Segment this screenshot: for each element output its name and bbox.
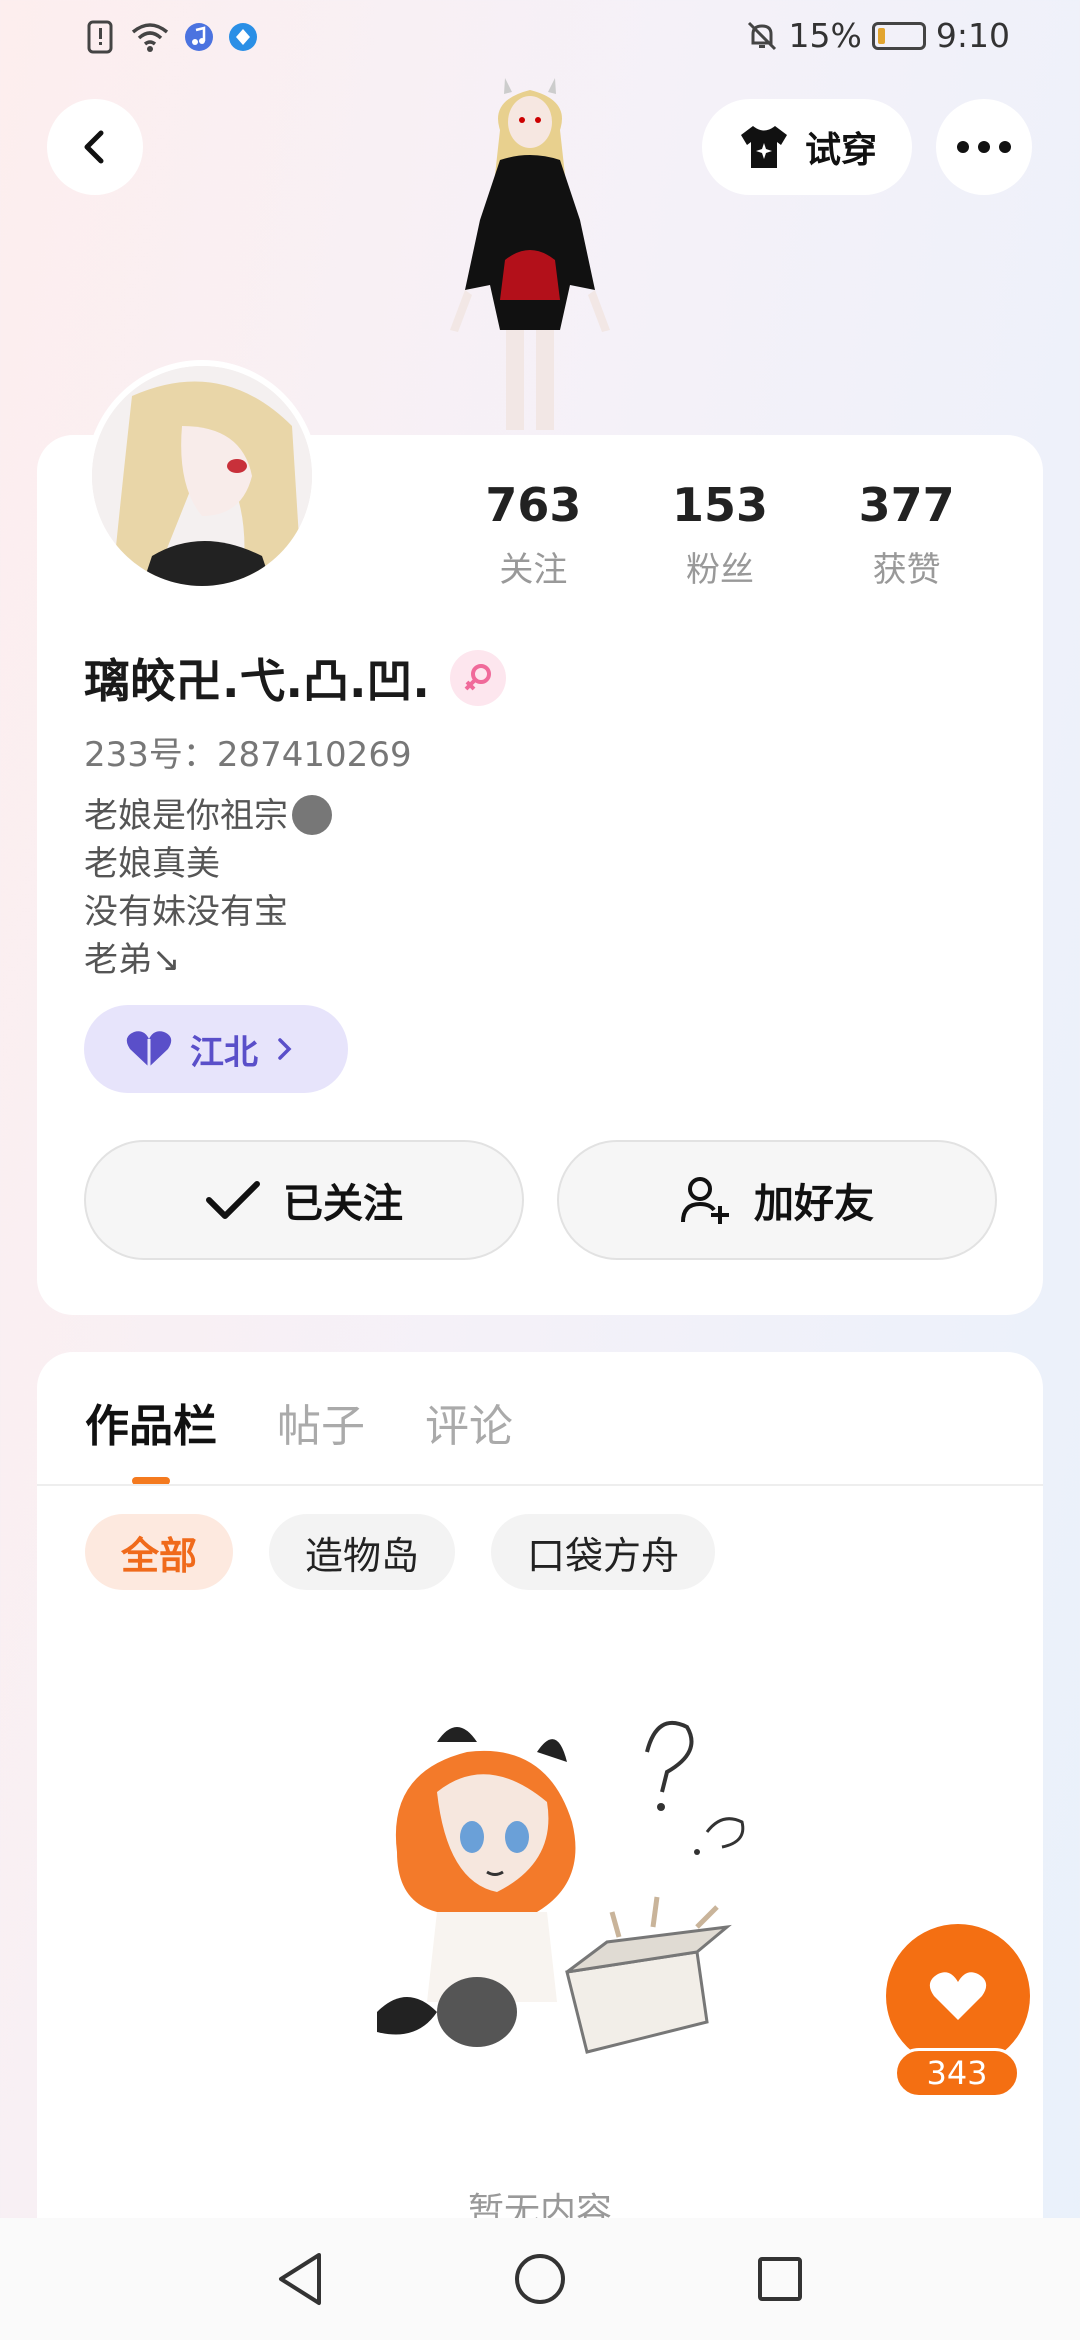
like-button[interactable] xyxy=(886,1924,1030,2068)
works-card: 作品栏 帖子 评论 全部 造物岛 口袋方舟 暂无内容 xyxy=(37,1352,1043,2340)
filter-pocket-ark[interactable]: 口袋方舟 xyxy=(491,1514,716,1590)
try-on-label: 试穿 xyxy=(804,130,877,171)
stat-value: 153 xyxy=(671,478,769,532)
back-arrow-icon xyxy=(84,130,104,164)
stat-value: 377 xyxy=(858,478,955,532)
wifi-icon xyxy=(131,23,169,52)
stat-label: 粉丝 xyxy=(686,550,754,590)
add-friend-button[interactable]: 加好友 xyxy=(557,1140,997,1260)
status-icons-right: 15% 9:10 xyxy=(745,16,1010,55)
avatar[interactable] xyxy=(86,360,318,592)
profile-stats: 763 关注 153 粉丝 377 获赞 xyxy=(440,478,1000,591)
stat-likes[interactable]: 377 获赞 xyxy=(813,478,1000,591)
stat-value: 763 xyxy=(485,478,582,532)
username: 璃皎卍.弋.凸.凹. xyxy=(84,654,430,708)
username-row: 璃皎卍.弋.凸.凹. xyxy=(84,645,506,711)
more-dots-icon xyxy=(957,141,1011,153)
tab-works[interactable]: 作品栏 xyxy=(85,1390,217,1454)
avatar-image xyxy=(92,366,312,586)
filter-all[interactable]: 全部 xyxy=(85,1514,234,1590)
following-button[interactable]: 已关注 xyxy=(84,1140,524,1260)
divider xyxy=(37,1484,1043,1486)
bio-line: 老娘真美 xyxy=(84,844,220,884)
guild-chip[interactable]: 江北 xyxy=(84,1005,348,1093)
following-label: 已关注 xyxy=(283,1181,403,1227)
stat-followers[interactable]: 153 粉丝 xyxy=(627,478,814,591)
filter-creation-island[interactable]: 造物岛 xyxy=(269,1514,456,1590)
back-button[interactable] xyxy=(47,99,143,195)
more-options-button[interactable] xyxy=(936,99,1032,195)
nav-home-button[interactable] xyxy=(510,2249,570,2309)
check-icon xyxy=(206,1181,260,1219)
add-friend-label: 加好友 xyxy=(754,1181,874,1227)
bio-line: 没有妹没有宝 xyxy=(84,892,288,932)
user-id: 233号：287410269 xyxy=(84,735,412,775)
battery-percent: 15% xyxy=(788,16,862,55)
add-user-icon xyxy=(681,1177,729,1224)
bio: 老娘是你祖宗 老娘真美 没有妹没有宝 老弟↘ xyxy=(84,792,332,984)
smirk-emoji-icon xyxy=(292,795,332,835)
triangle-back-icon xyxy=(279,2253,321,2305)
nav-back-button[interactable] xyxy=(270,2249,330,2309)
like-count: 343 xyxy=(894,2048,1020,2098)
stat-label: 获赞 xyxy=(872,550,941,590)
filter-chips: 全部 造物岛 口袋方舟 xyxy=(85,1514,716,1590)
battery-fill xyxy=(877,27,886,44)
try-on-button[interactable]: 试穿 xyxy=(702,99,912,195)
bio-line: 老弟↘ xyxy=(84,940,181,980)
battery-icon xyxy=(871,21,926,50)
heart-icon xyxy=(929,1972,987,2020)
works-tabs: 作品栏 帖子 评论 xyxy=(85,1390,513,1454)
nav-recents-button[interactable] xyxy=(750,2249,810,2309)
clock: 9:10 xyxy=(935,16,1010,55)
stat-following[interactable]: 763 关注 xyxy=(440,478,627,591)
guild-label: 江北 xyxy=(190,1032,258,1073)
status-icons-left xyxy=(86,20,258,54)
status-bar: 15% 9:10 xyxy=(0,0,1080,80)
music-app-icon xyxy=(185,23,213,51)
shirt-icon xyxy=(740,126,787,168)
tab-comments[interactable]: 评论 xyxy=(425,1390,513,1454)
empty-state-illustration xyxy=(377,1721,745,2054)
mute-bell-icon xyxy=(747,21,776,50)
circle-home-icon xyxy=(515,2254,565,2304)
heart-badge-icon xyxy=(126,1031,172,1067)
stat-label: 关注 xyxy=(499,550,568,590)
sim-alert-icon xyxy=(87,20,113,54)
app-notification-icon xyxy=(229,23,257,51)
female-gender-icon xyxy=(449,650,506,706)
chevron-right-icon xyxy=(278,1038,292,1060)
avatar-character-figure xyxy=(450,78,610,430)
bio-line: 老娘是你祖宗 xyxy=(84,796,288,836)
square-recents-icon xyxy=(758,2257,802,2301)
system-nav-bar xyxy=(0,2218,1080,2340)
tab-posts[interactable]: 帖子 xyxy=(277,1390,365,1454)
